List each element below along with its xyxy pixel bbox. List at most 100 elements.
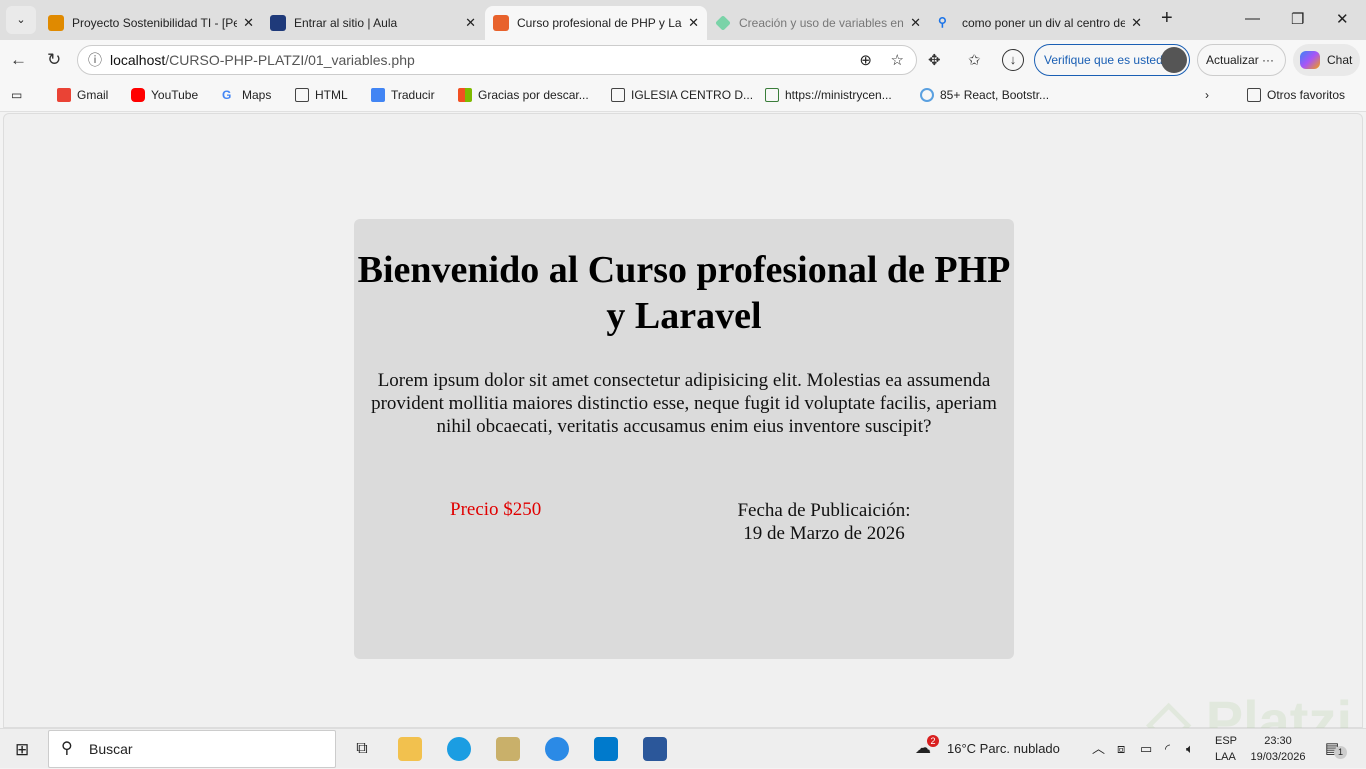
back-arrow-icon[interactable]: ← <box>10 50 27 70</box>
bookmark-label: HTML <box>315 88 348 102</box>
battery-icon[interactable]: ▭ <box>1140 729 1152 769</box>
tray-chevron-up-icon[interactable]: ︿ <box>1092 729 1105 769</box>
copilot-chat-button[interactable]: Chat <box>1293 44 1360 76</box>
tab-2[interactable]: Entrar al sitio | Aula ✕ <box>262 6 484 40</box>
bookmarks-bar: ▭ Gmail YouTube G Maps HTML Traducir Grac… <box>0 80 1366 112</box>
search-favicon-icon: ⚲ <box>938 15 947 29</box>
bookmark-label: Gmail <box>77 88 109 102</box>
wifi-icon[interactable]: ◜ <box>1165 729 1170 769</box>
address-bar[interactable]: ⓘ localhost/CURSO-PHP-PLATZI/01_variable… <box>77 45 917 75</box>
date: 19/03/2026 <box>1250 751 1306 763</box>
site-favicon-icon <box>48 15 64 31</box>
more-bookmarks-chevron-icon[interactable]: › <box>1205 88 1209 102</box>
taskbar-search[interactable]: ⚲ Buscar <box>48 730 336 768</box>
vscode-icon[interactable] <box>594 737 618 761</box>
update-label: Actualizar <box>1206 53 1259 67</box>
tab-3-active[interactable]: Curso profesional de PHP y Lara ✕ <box>485 6 707 40</box>
update-button[interactable]: Actualizar ··· <box>1197 44 1286 76</box>
tab-actions-chevron-icon[interactable]: ⌄ <box>6 6 36 34</box>
info-icon: ⓘ <box>88 52 102 68</box>
folder-icon <box>1247 88 1261 102</box>
task-view-icon[interactable]: ⧉ <box>350 737 374 761</box>
extensions-icon[interactable]: ✥ <box>928 51 941 69</box>
weather-text[interactable]: 16°C Parc. nublado <box>947 729 1060 769</box>
bookmark-label: 85+ React, Bootstr... <box>940 88 1050 102</box>
close-tab-icon[interactable]: ✕ <box>1131 15 1142 31</box>
copilot-icon <box>1300 51 1320 69</box>
chat-label: Chat <box>1327 53 1353 67</box>
other-favorites[interactable]: Otros favoritos <box>1247 88 1345 102</box>
downloads-icon[interactable]: ↓ <box>1002 49 1024 71</box>
xampp-favicon-icon <box>493 15 509 31</box>
taskbar: ⊞ ⚲ Buscar ⧉ ☁ 2 16°C Parc. nublado ︿ ⧈ ▭ … <box>0 728 1366 768</box>
word-icon[interactable] <box>643 737 667 761</box>
tab-bar: ⌄ Proyecto Sostenibilidad TI - [Pe ✕ Entr… <box>0 0 1366 40</box>
favorites-icon[interactable]: ✩ <box>968 51 981 69</box>
profile-avatar <box>1161 47 1187 73</box>
lang-code: ESP <box>1215 735 1238 747</box>
date-value: 19 de Marzo de 2026 <box>743 523 905 544</box>
course-description: Lorem ipsum dolor sit amet consectetur a… <box>371 370 997 437</box>
tab-title: como poner un div al centro de <box>962 16 1126 30</box>
file-explorer-icon[interactable] <box>398 737 422 761</box>
close-window-icon[interactable]: ✕ <box>1336 10 1349 28</box>
search-icon: ⚲ <box>61 740 73 757</box>
app-icon[interactable] <box>496 737 520 761</box>
close-tab-icon[interactable]: ✕ <box>465 15 476 31</box>
site-icon <box>765 88 779 102</box>
bookmark-gracias[interactable]: Gracias por descar... <box>458 88 589 102</box>
bookmark-folder-html[interactable]: HTML <box>295 88 348 102</box>
restore-icon[interactable]: ❐ <box>1291 10 1304 28</box>
edge-icon[interactable] <box>447 737 471 761</box>
camera-icon[interactable]: ⧈ <box>1117 729 1125 769</box>
weather-icon[interactable]: ☁ 2 <box>915 729 939 769</box>
tab-actions-icon[interactable]: ▭ <box>11 88 22 102</box>
minimize-icon[interactable]: — <box>1245 10 1260 27</box>
tab-title: Creación y uso de variables en <box>739 16 904 30</box>
favorite-star-icon[interactable]: ☆ <box>891 51 904 69</box>
translate-icon <box>371 88 385 102</box>
clock[interactable]: 23:30 19/03/2026 <box>1248 733 1308 765</box>
bookmark-label: https://ministrycen... <box>785 88 892 102</box>
url-path: /CURSO-PHP-PLATZI/01_variables.php <box>165 52 415 68</box>
browser-toolbar: ← ↻ ⓘ localhost/CURSO-PHP-PLATZI/01_vari… <box>0 40 1366 80</box>
gmail-icon <box>57 88 71 102</box>
layout-code: LAA <box>1215 751 1236 763</box>
verify-label: Verifique que es usted <box>1044 53 1163 67</box>
zoom-icon[interactable]: ⊕ <box>859 51 872 69</box>
bookmark-label: Gracias por descar... <box>478 88 589 102</box>
site-icon <box>920 88 934 102</box>
close-tab-icon[interactable]: ✕ <box>688 15 699 31</box>
language-indicator[interactable]: ESP LAA <box>1215 733 1237 765</box>
tab-4[interactable]: Creación y uso de variables en ✕ <box>707 6 929 40</box>
tab-1[interactable]: Proyecto Sostenibilidad TI - [Pe ✕ <box>40 6 262 40</box>
new-tab-plus-icon[interactable]: + <box>1161 7 1173 30</box>
search-placeholder: Buscar <box>89 741 133 757</box>
tab-title: Curso profesional de PHP y Lara <box>517 16 683 30</box>
volume-icon[interactable]: 🔈︎ <box>1186 729 1194 769</box>
tab-title: Entrar al sitio | Aula <box>294 16 398 30</box>
bookmark-gmail[interactable]: Gmail <box>57 88 108 102</box>
bookmark-youtube[interactable]: YouTube <box>131 88 198 102</box>
platzi-favicon-icon <box>715 15 731 31</box>
bookmark-traducir[interactable]: Traducir <box>371 88 435 102</box>
notifications-icon[interactable]: ▤ 1 <box>1325 729 1347 769</box>
refresh-icon[interactable]: ↻ <box>47 50 61 70</box>
bookmark-ministry[interactable]: https://ministrycen... <box>765 88 892 102</box>
close-tab-icon[interactable]: ✕ <box>243 15 254 31</box>
tab-5[interactable]: ⚲ como poner un div al centro de ✕ <box>930 6 1150 40</box>
windows-start-icon[interactable]: ⊞ <box>15 740 29 760</box>
verify-profile-button[interactable]: Verifique que es usted <box>1034 44 1190 76</box>
bookmark-label: Traducir <box>391 88 435 102</box>
bookmark-folder-iglesia[interactable]: IGLESIA CENTRO D... <box>611 88 753 102</box>
page-viewport: Bienvenido al Curso profesional de PHP y… <box>3 113 1363 728</box>
bookmark-react[interactable]: 85+ React, Bootstr... <box>920 88 1049 102</box>
page-title: Bienvenido al Curso profesional de PHP y… <box>357 249 1011 337</box>
tab-title: Proyecto Sostenibilidad TI - [Pe <box>72 16 238 30</box>
google-icon: G <box>222 88 232 102</box>
browser-icon[interactable] <box>545 737 569 761</box>
weather-badge: 2 <box>927 735 939 747</box>
bookmark-maps[interactable]: G Maps <box>222 88 271 102</box>
more-icon[interactable]: ··· <box>1262 53 1274 67</box>
close-tab-icon[interactable]: ✕ <box>910 15 921 31</box>
